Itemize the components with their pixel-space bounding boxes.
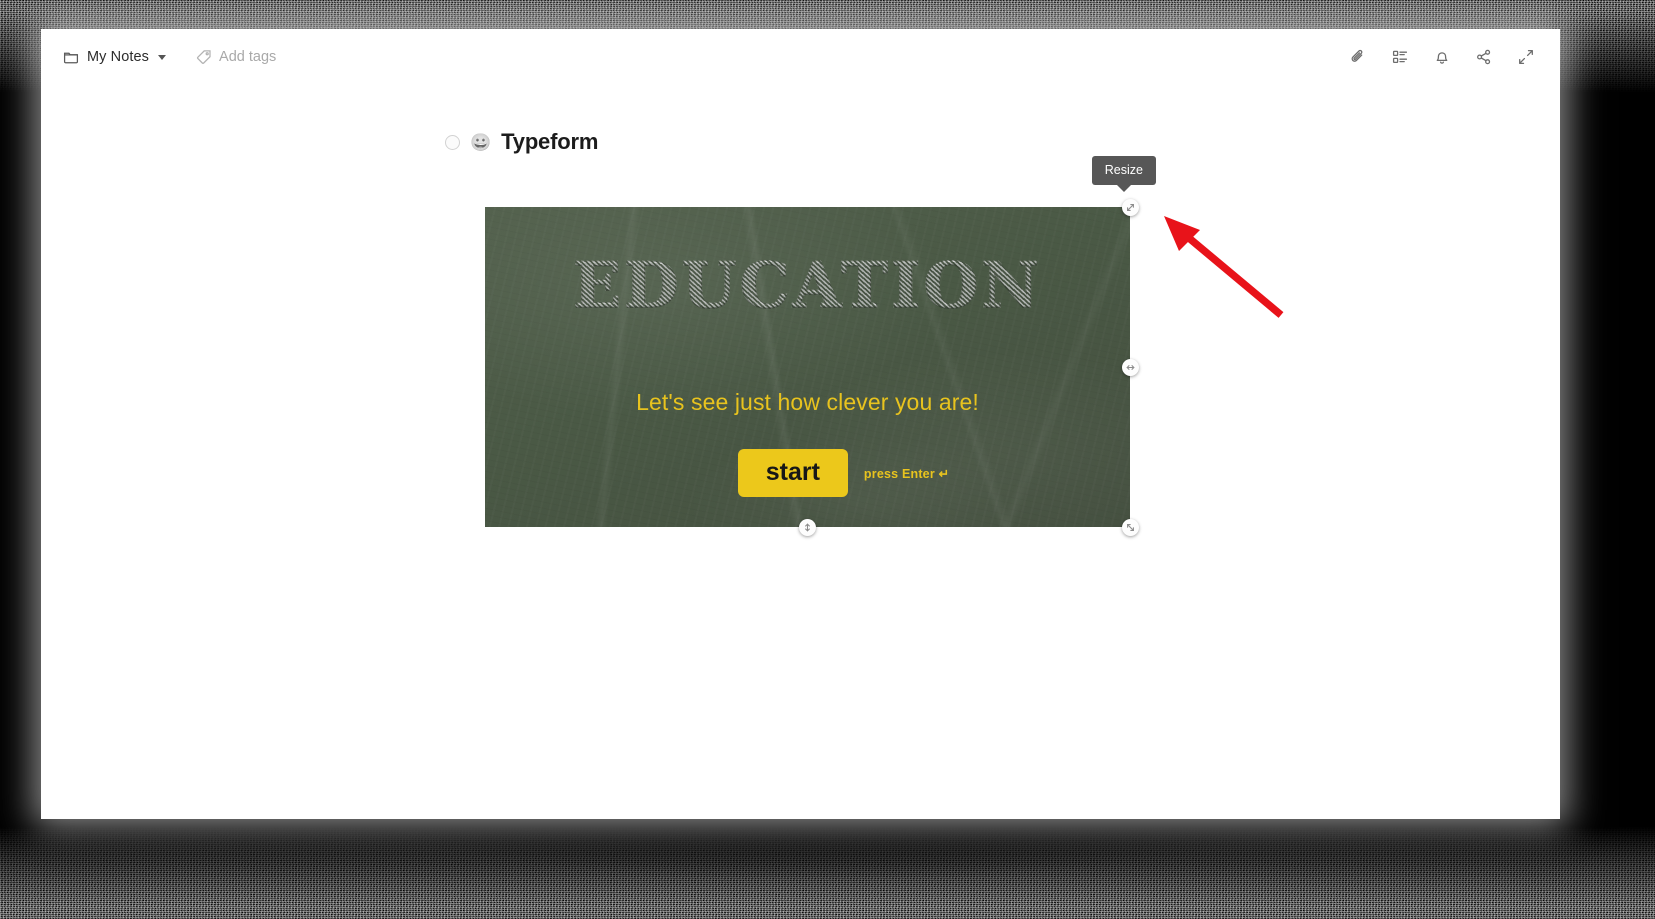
smiley-icon: 😀 xyxy=(470,132,492,152)
resize-handle-bottom[interactable] xyxy=(799,518,816,536)
chalkboard-background: EDUCATION Let's see just how clever you … xyxy=(485,207,1130,527)
embed-subtitle: Let's see just how clever you are! xyxy=(636,389,979,415)
resize-tooltip: Resize xyxy=(1091,156,1156,192)
expand-icon[interactable] xyxy=(1516,47,1536,67)
share-icon[interactable] xyxy=(1474,47,1494,67)
tag-icon xyxy=(196,49,212,65)
start-button[interactable]: start xyxy=(737,449,848,498)
note-content-area: 😀 Typeform EDUCATION Let's see just how … xyxy=(41,85,1560,819)
press-enter-hint: press Enter ↵ xyxy=(863,466,950,481)
task-checkbox[interactable] xyxy=(445,134,460,150)
attachment-icon[interactable] xyxy=(1348,47,1368,67)
add-tags-label: Add tags xyxy=(219,49,277,65)
note-toolbar: My Notes Add tags xyxy=(41,29,1560,85)
education-heading: EDUCATION xyxy=(485,253,1130,317)
start-row: start press Enter ↵ xyxy=(485,449,1130,498)
resize-handle-top-right[interactable] xyxy=(1121,198,1139,216)
add-tags-button[interactable]: Add tags xyxy=(192,45,280,69)
notebook-selector[interactable]: My Notes xyxy=(59,45,170,69)
embedded-image-block[interactable]: EDUCATION Let's see just how clever you … xyxy=(485,156,1156,536)
resize-handle-right[interactable] xyxy=(1121,358,1139,376)
annotation-arrow xyxy=(1164,216,1284,318)
chevron-down-icon xyxy=(158,54,167,60)
resize-handle-bottom-right[interactable] xyxy=(1121,518,1139,536)
note-title-row: 😀 Typeform xyxy=(445,129,598,155)
education-heading-text: EDUCATION xyxy=(573,248,1042,322)
note-editor-window: My Notes Add tags 😀 Typeform EDUCATION L… xyxy=(41,29,1560,819)
toolbar-left-group: My Notes Add tags xyxy=(59,45,280,69)
toolbar-actions xyxy=(1348,47,1536,67)
notebook-name: My Notes xyxy=(87,49,150,65)
bell-icon[interactable] xyxy=(1432,47,1452,67)
folder-icon xyxy=(63,49,79,65)
page-title: Typeform xyxy=(501,129,599,154)
note-info-icon[interactable] xyxy=(1390,47,1410,67)
